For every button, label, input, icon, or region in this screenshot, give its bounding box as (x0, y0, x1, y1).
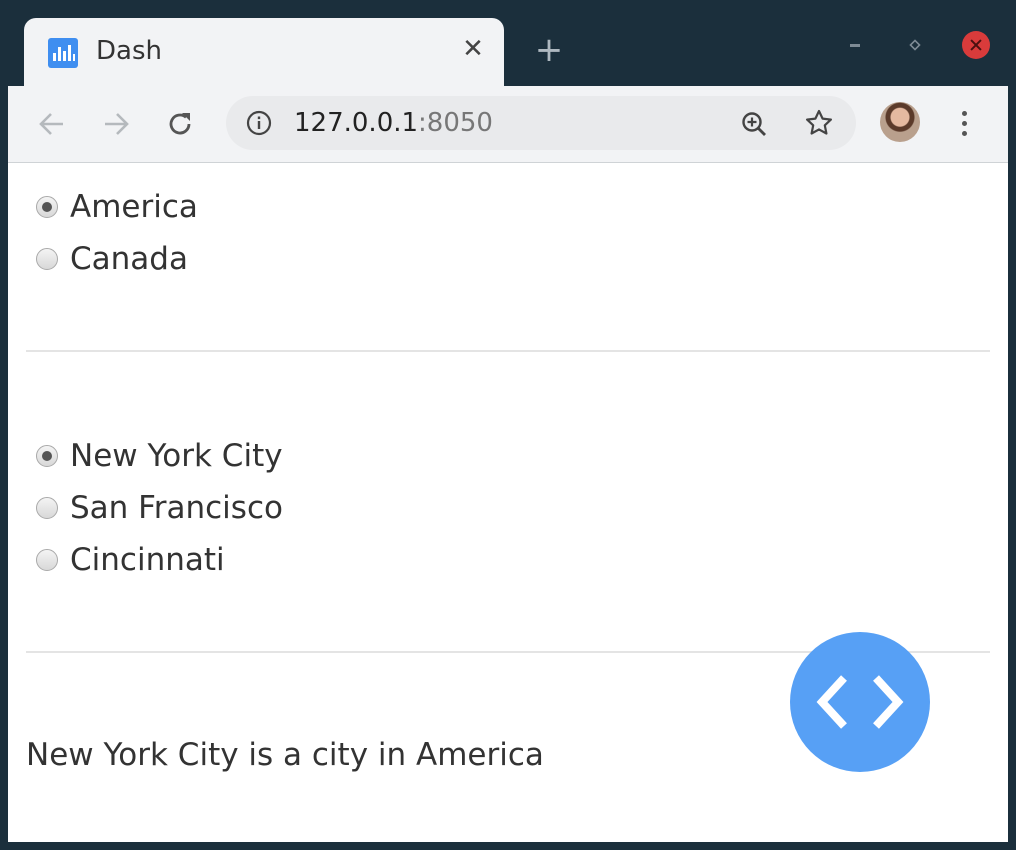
forward-button[interactable] (98, 106, 134, 142)
radio-label-canada: Canada (70, 241, 188, 277)
radio-label-san-francisco: San Francisco (70, 490, 283, 526)
info-icon[interactable] (246, 110, 272, 136)
tab-title: Dash (96, 36, 162, 66)
radio-option-san-francisco[interactable]: San Francisco (34, 482, 283, 534)
minimize-button[interactable] (842, 32, 868, 58)
kebab-menu-icon[interactable] (954, 108, 974, 140)
radio-label-new-york-city: New York City (70, 438, 283, 474)
country-radio-group: America Canada (34, 181, 198, 285)
code-brackets-icon (816, 675, 904, 729)
maximize-button[interactable] (902, 32, 928, 58)
tab-dash[interactable]: Dash ✕ (24, 18, 504, 86)
arrow-right-icon (105, 113, 129, 135)
dash-favicon-icon (48, 38, 78, 68)
close-window-button[interactable] (962, 31, 990, 59)
zoom-in-icon[interactable] (740, 110, 768, 138)
radio-button-cincinnati[interactable] (36, 549, 58, 571)
address-bar[interactable]: 127.0.0.1:8050 (226, 96, 856, 150)
page-content: America Canada New York City San Francis… (8, 163, 1008, 842)
url-host: 127.0.0.1 (294, 108, 419, 138)
radio-label-america: America (70, 189, 198, 225)
radio-option-america[interactable]: America (34, 181, 198, 233)
city-radio-group: New York City San Francisco Cincinnati (34, 430, 283, 586)
reload-button[interactable] (162, 106, 198, 142)
radio-option-new-york-city[interactable]: New York City (34, 430, 283, 482)
radio-button-america[interactable] (36, 196, 58, 218)
radio-button-new-york-city[interactable] (36, 445, 58, 467)
new-tab-button[interactable]: + (532, 33, 566, 68)
star-icon[interactable] (804, 108, 834, 138)
tab-strip: Dash ✕ + (8, 8, 1008, 86)
browser-window: Dash ✕ + 127.0.0.1:8050 America Canada N… (8, 8, 1008, 842)
output-text: New York City is a city in America (26, 737, 544, 773)
arrow-left-icon (39, 113, 63, 135)
url-port: :8050 (418, 108, 493, 138)
reload-icon (169, 113, 191, 135)
radio-option-canada[interactable]: Canada (34, 233, 198, 285)
browser-toolbar: 127.0.0.1:8050 (8, 86, 1008, 163)
back-button[interactable] (34, 106, 70, 142)
radio-button-canada[interactable] (36, 248, 58, 270)
devtools-button[interactable] (790, 632, 930, 772)
avatar[interactable] (880, 102, 920, 142)
url-text[interactable]: 127.0.0.1:8050 (294, 108, 493, 138)
radio-option-cincinnati[interactable]: Cincinnati (34, 534, 283, 586)
radio-button-san-francisco[interactable] (36, 497, 58, 519)
radio-label-cincinnati: Cincinnati (70, 542, 225, 578)
tab-close-icon[interactable]: ✕ (458, 34, 488, 64)
divider-top (26, 350, 990, 352)
